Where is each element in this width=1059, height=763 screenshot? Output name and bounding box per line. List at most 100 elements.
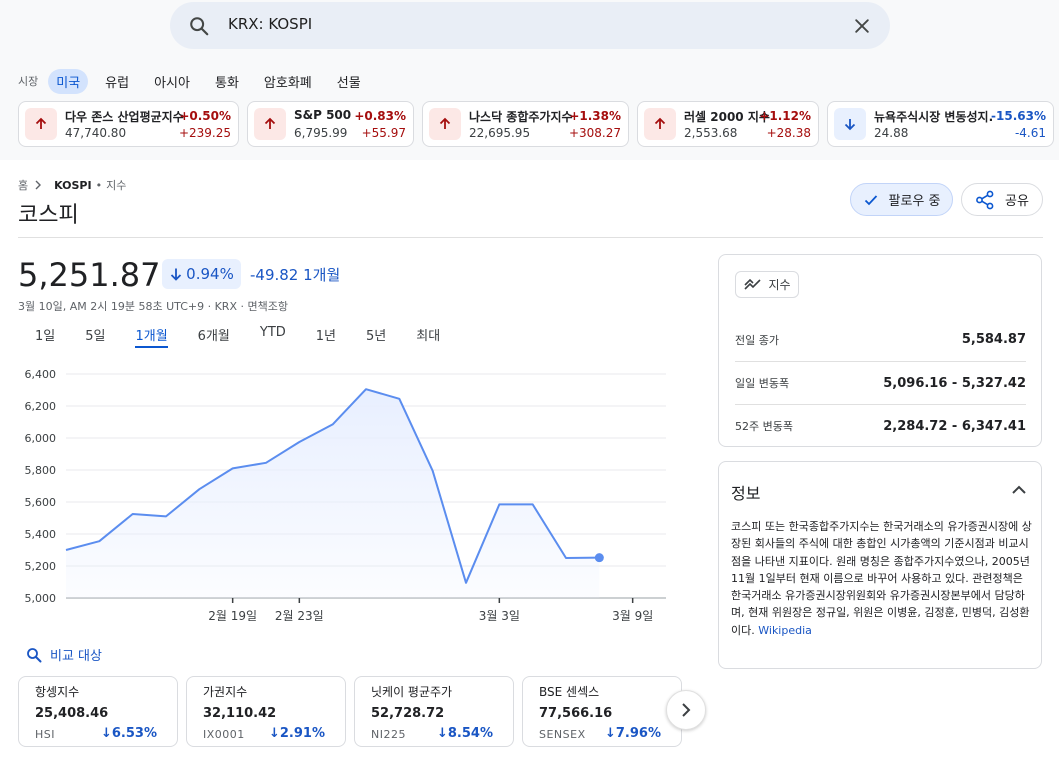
current-price: 5,251.87	[18, 256, 161, 294]
wikipedia-link[interactable]: Wikipedia	[758, 624, 812, 637]
index-percent: -15.63%	[991, 109, 1046, 123]
tab-crypto[interactable]: 암호화폐	[256, 69, 320, 94]
price-chart[interactable]: 6,400 6,200 6,000 5,800 5,600 5,400 5,200 5,000…	[18, 363, 688, 633]
index-change: +55.97	[361, 126, 406, 140]
arrow-up-icon	[25, 108, 57, 140]
breadcrumb: 홈 KOSPI • 지수	[18, 177, 126, 193]
tab-us[interactable]: 미국	[48, 68, 89, 94]
x-tick-label: 3월 3일	[479, 609, 520, 623]
x-tick-label: 2월 23일	[275, 609, 324, 623]
market-tabs: 시장 미국 유럽 아시아 통화 암호화폐 선물	[18, 68, 378, 94]
compare-card-sensex[interactable]: BSE 센섹스 77,566.16 SENSEX ↓7.96%	[522, 676, 682, 747]
index-value: 6,795.99	[294, 126, 348, 140]
next-button[interactable]	[666, 690, 706, 730]
compare-ticker: SENSEX	[539, 728, 586, 741]
breadcrumb-home[interactable]: 홈	[18, 177, 28, 193]
stat-value: 5,096.16 - 5,327.42	[883, 375, 1026, 391]
y-tick-label: 5,000	[25, 592, 57, 605]
index-badge: 지수	[735, 271, 799, 298]
market-tabs-label: 시장	[18, 75, 39, 88]
range-tab-1m[interactable]: 1개월	[135, 325, 168, 348]
stat-label: 전일 종가	[735, 333, 779, 347]
current-point	[594, 553, 604, 563]
tab-futures[interactable]: 선물	[329, 69, 369, 94]
follow-label: 팔로우 중	[888, 194, 941, 209]
chevron-right-icon	[682, 703, 691, 717]
index-card-nasdaq[interactable]: 나스닥 종합주가지수 22,695.95 +1.38% +308.27	[422, 101, 629, 147]
index-card-dow[interactable]: 다우 존스 산업평균지수 47,740.80 +0.50% +239.25	[18, 101, 239, 147]
search-icon	[27, 647, 42, 662]
arrow-down-icon: ↓	[604, 726, 616, 741]
compare-name: 항셍지수	[35, 685, 80, 699]
chevron-right-icon	[35, 180, 42, 190]
compare-percent-value: 2.91%	[279, 726, 325, 741]
info-text: 코스피 또는 한국종합주가지수는 한국거래소의 유가증권시장에 상장된 회사들의…	[731, 520, 1032, 637]
arrow-down-icon: ↓	[436, 726, 448, 741]
compare-card-taiex[interactable]: 가권지수 32,110.42 IX0001 ↓2.91%	[186, 676, 346, 747]
compare-name: 닛케이 평균주가	[371, 685, 453, 699]
range-tab-5d[interactable]: 5일	[85, 325, 105, 348]
range-tab-ytd[interactable]: YTD	[260, 325, 286, 348]
search-icon	[190, 17, 209, 36]
close-icon[interactable]	[852, 16, 872, 36]
range-tab-1d[interactable]: 1일	[35, 325, 55, 348]
compare-label: 비교 대상	[50, 649, 102, 664]
compare-percent: ↓6.53%	[101, 726, 157, 741]
compare-percent: ↓7.96%	[605, 726, 661, 741]
compare-value: 77,566.16	[539, 706, 613, 721]
x-tick-label: 2월 19일	[208, 609, 257, 623]
search-bar[interactable]: KRX: KOSPI	[170, 2, 890, 49]
range-tab-5y[interactable]: 5년	[366, 325, 386, 348]
index-card-russell[interactable]: 러셀 2000 지수 2,553.68 +1.12% +28.38	[637, 101, 819, 147]
share-button[interactable]: 공유	[961, 183, 1043, 216]
chevron-up-icon[interactable]	[1011, 484, 1027, 496]
index-percent: +0.50%	[179, 109, 231, 123]
breadcrumb-dot: •	[95, 178, 103, 192]
index-change: -4.61	[1014, 126, 1046, 140]
index-name: 러셀 2000 지수	[684, 110, 770, 124]
breadcrumb-type: 지수	[106, 179, 127, 192]
index-percent: +0.83%	[354, 109, 406, 123]
index-value: 2,553.68	[684, 126, 738, 140]
index-card-sp500[interactable]: S&P 500 6,795.99 +0.83% +55.97	[247, 101, 414, 147]
stat-value: 2,284.72 - 6,347.41	[883, 418, 1026, 434]
compare-percent-value: 7.96%	[615, 726, 661, 741]
index-value: 22,695.95	[469, 126, 531, 140]
percent-change: 0.94%	[186, 265, 234, 283]
index-percent: +1.12%	[759, 109, 811, 123]
compare-ticker: IX0001	[203, 728, 245, 741]
share-icon	[976, 190, 994, 209]
compare-card-nikkei[interactable]: 닛케이 평균주가 52,728.72 NI225 ↓8.54%	[354, 676, 514, 747]
stat-value: 5,584.87	[961, 332, 1026, 347]
info-card: 정보 코스피 또는 한국종합주가지수는 한국거래소의 유가증권시장에 상장된 회…	[718, 461, 1042, 669]
index-value: 47,740.80	[65, 126, 127, 140]
tab-currency[interactable]: 통화	[207, 69, 247, 94]
stat-row: 전일 종가 5,584.87	[735, 318, 1026, 361]
compare-ticker: HSI	[35, 728, 55, 741]
y-tick-label: 6,200	[25, 400, 57, 413]
range-tab-1y[interactable]: 1년	[316, 325, 336, 348]
compare-card-hsi[interactable]: 항셍지수 25,408.46 HSI ↓6.53%	[18, 676, 178, 747]
compare-name: BSE 센섹스	[539, 685, 600, 699]
arrow-down-icon	[171, 268, 182, 281]
y-tick-label: 5,800	[25, 464, 57, 477]
range-tab-max[interactable]: 최대	[416, 325, 440, 348]
compare-value: 25,408.46	[35, 706, 109, 721]
compare-value: 32,110.42	[203, 706, 277, 721]
compare-percent: ↓2.91%	[269, 726, 325, 741]
y-tick-label: 5,600	[25, 496, 57, 509]
follow-button[interactable]: 팔로우 중	[850, 183, 953, 216]
arrow-up-icon	[644, 108, 676, 140]
search-input[interactable]: KRX: KOSPI	[228, 15, 312, 33]
compare-ticker: NI225	[371, 728, 406, 741]
compare-link[interactable]: 비교 대상	[26, 645, 102, 664]
tab-asia[interactable]: 아시아	[146, 69, 198, 94]
stat-label: 52주 변동폭	[735, 420, 793, 433]
tab-europe[interactable]: 유럽	[97, 69, 137, 94]
percent-change-badge: 0.94%	[162, 259, 241, 289]
index-card-vix[interactable]: 뉴욕주식시장 변동성지... 24.88 -15.63% -4.61	[827, 101, 1054, 147]
stat-label: 일일 변동폭	[735, 377, 790, 390]
range-tab-6m[interactable]: 6개월	[198, 325, 230, 348]
index-change: +239.25	[178, 126, 231, 140]
quote-subtitle: 3월 10일, AM 2시 19분 58초 UTC+9 · KRX · 면책조항	[18, 300, 288, 313]
